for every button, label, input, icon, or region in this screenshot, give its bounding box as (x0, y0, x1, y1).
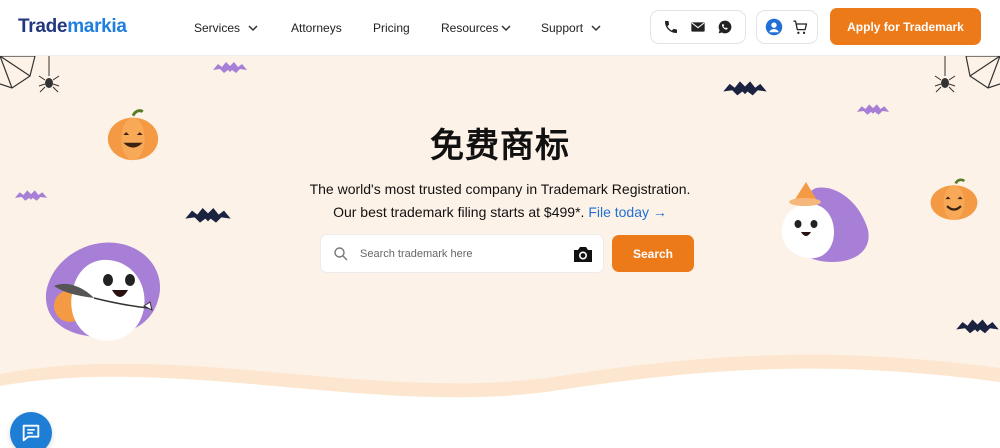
nav-resources-label: Resources (441, 21, 499, 35)
nav-support-label: Support (541, 21, 584, 35)
nav-resources[interactable]: Resources (441, 0, 512, 56)
chat-button[interactable] (10, 412, 52, 448)
phone-icon[interactable] (662, 18, 680, 36)
top-navbar: Trademarkia Services Attorneys Pricing R… (0, 0, 1000, 56)
chevron-down-icon (248, 25, 258, 32)
chevron-down-icon (591, 25, 601, 32)
trademark-search-box (320, 234, 604, 273)
trademarkia-logo[interactable]: Trademarkia (18, 16, 127, 38)
bat-dark-icon (723, 81, 767, 96)
logo-text-part2: markia (67, 16, 127, 37)
cart-icon[interactable] (791, 18, 809, 36)
contact-icons-group (650, 10, 746, 44)
whatsapp-icon[interactable] (716, 18, 734, 36)
hero-subtitle-line2: Our best trademark filing starts at $499… (0, 204, 1000, 220)
bat-dark-icon (956, 319, 999, 334)
logo-text-part1: Trade (18, 16, 68, 37)
spider-right-decoration (934, 56, 956, 93)
user-icon[interactable] (765, 18, 783, 36)
mail-icon[interactable] (689, 18, 707, 36)
nav-pricing[interactable]: Pricing (373, 0, 410, 56)
spider-left-decoration (38, 56, 60, 93)
search-input[interactable] (360, 247, 560, 260)
search-icon (334, 246, 348, 260)
hero-section: 免费商标 The world's most trusted company in… (0, 56, 1000, 448)
nav-pricing-label: Pricing (373, 21, 410, 35)
bat-purple-icon (213, 62, 247, 73)
bat-purple-icon (856, 104, 890, 115)
nav-attorneys[interactable]: Attorneys (291, 0, 342, 56)
spider-web-right-decoration (965, 56, 1000, 89)
nav-services-label: Services (194, 21, 241, 35)
nav-attorneys-label: Attorneys (291, 21, 342, 35)
account-icons-group (756, 10, 818, 44)
camera-icon[interactable] (573, 245, 593, 263)
chat-icon (22, 424, 40, 442)
nav-services[interactable]: Services (194, 0, 259, 56)
nav-support[interactable]: Support (541, 0, 602, 56)
search-button[interactable]: Search (612, 235, 694, 272)
apply-for-trademark-button[interactable]: Apply for Trademark (830, 8, 981, 45)
hero-price-text: Our best trademark filing starts at $499… (333, 204, 585, 220)
hero-subtitle-line1: The world's most trusted company in Trad… (309, 181, 691, 197)
hero-title: 免费商标 (430, 127, 570, 165)
ghost-left-illustration (45, 242, 161, 341)
file-today-link[interactable]: File today → (588, 204, 667, 220)
chevron-down-icon (501, 25, 511, 32)
wave-divider (0, 354, 1000, 448)
